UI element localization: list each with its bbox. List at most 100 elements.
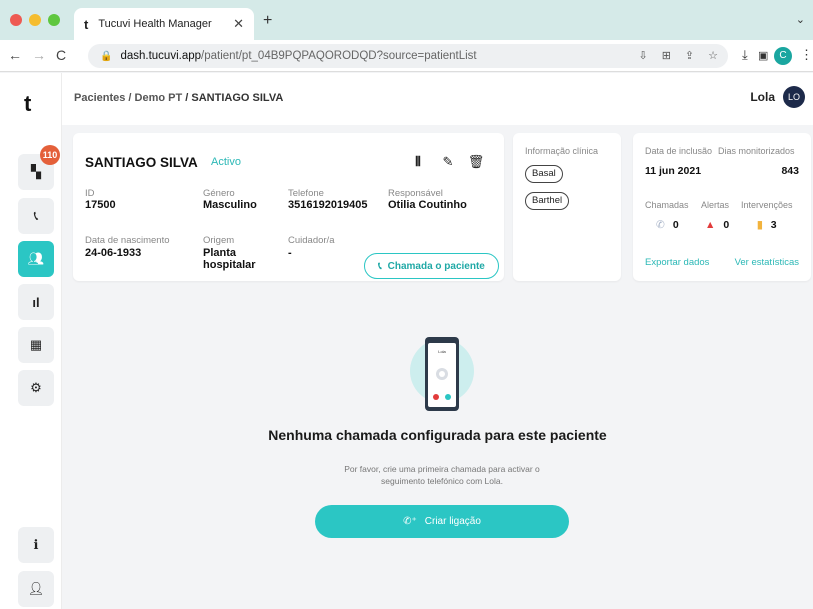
- sidebar-item-patients[interactable]: 👥︎: [18, 241, 54, 277]
- reload-button[interactable]: C: [56, 47, 66, 63]
- delete-button[interactable]: 🗑︎: [463, 149, 489, 175]
- app-header: Pacientes / Demo PT / SANTIAGO SILVA Lol…: [62, 73, 813, 125]
- phone-icon: 📞︎: [33, 208, 39, 223]
- caregiver-label: Cuidador/a: [288, 235, 335, 246]
- alerts-value: 0: [723, 219, 730, 231]
- phone-icon: ✆: [656, 219, 665, 231]
- clinical-chip-barthel[interactable]: Barthel: [525, 192, 570, 210]
- empty-state-subtitle: Por favor, crie uma primeira chamada par…: [344, 464, 540, 486]
- tab-favicon: t: [84, 16, 89, 32]
- side-panel-icon[interactable]: ▣: [758, 49, 768, 62]
- patient-name: SANTIAGO SILVA: [85, 155, 198, 170]
- close-window-button[interactable]: [10, 14, 22, 26]
- dob-value: 24-06-1933: [85, 247, 142, 259]
- breadcrumb-demo[interactable]: Demo PT: [135, 92, 183, 104]
- alerts-stat: ▲ 0: [705, 219, 729, 231]
- clinical-chip-basal[interactable]: Basal: [525, 165, 563, 183]
- tab-close-icon[interactable]: ✕: [233, 16, 244, 32]
- alerts-label: Alertas: [701, 200, 730, 210]
- bar-chart-icon: ıl: [32, 294, 40, 310]
- lock-icon: 🔒: [100, 50, 113, 62]
- install-icon[interactable]: ⇩: [638, 49, 647, 62]
- sidebar-item-calls[interactable]: 📞︎: [18, 198, 54, 234]
- origin-value: Planta hospitalar: [203, 247, 256, 271]
- breadcrumb: Pacientes / Demo PT / SANTIAGO SILVA: [74, 92, 283, 104]
- phone-screen-name: Lola: [438, 349, 446, 354]
- breadcrumb-current: SANTIAGO SILVA: [191, 92, 284, 104]
- phone-call-illustration: Lola: [410, 337, 474, 411]
- pencil-icon: ✎: [442, 154, 454, 169]
- sidebar-item-settings[interactable]: ⚙: [18, 370, 54, 406]
- breadcrumb-patients[interactable]: Pacientes: [74, 92, 125, 104]
- export-data-link[interactable]: Exportar dados: [645, 257, 709, 268]
- phone-icon: 📞︎: [378, 260, 382, 272]
- columns-button[interactable]: ⫴: [405, 149, 431, 175]
- info-icon: ℹ: [33, 537, 39, 552]
- app-logo[interactable]: t: [24, 91, 31, 117]
- monitored-days-label: Dias monitorizados: [718, 146, 795, 156]
- columns-icon: ⫴: [415, 154, 421, 169]
- browser-tab[interactable]: t Tucuvi Health Manager ✕: [74, 8, 254, 40]
- add-call-icon: ✆⁺: [403, 516, 417, 527]
- view-statistics-link[interactable]: Ver estatísticas: [735, 257, 799, 268]
- user-name: Lola: [750, 90, 775, 104]
- notification-badge: 110: [40, 145, 60, 165]
- sidebar-item-statistics[interactable]: ıl: [18, 284, 54, 320]
- phone-value: 3516192019405: [288, 199, 368, 211]
- gear-icon: ⚙: [30, 380, 42, 395]
- bookmark-star-icon[interactable]: ☆: [708, 49, 718, 62]
- calls-label: Chamadas: [645, 200, 689, 210]
- caregiver-value: -: [288, 247, 292, 259]
- call-patient-button[interactable]: 📞︎ Chamada o paciente: [364, 253, 499, 279]
- url-path: /patient/pt_04B9PQPAQORODQD?source=patie…: [201, 50, 477, 62]
- tab-title: Tucuvi Health Manager: [98, 18, 212, 30]
- phone-label: Telefone: [288, 188, 324, 199]
- call-patient-label: Chamada o paciente: [387, 260, 485, 272]
- edit-button[interactable]: ✎: [435, 149, 461, 175]
- empty-state-title: Nenhuma chamada configurada para este pa…: [268, 427, 607, 443]
- id-value: 17500: [85, 199, 116, 211]
- dashboard-grid-icon: ▚: [31, 164, 41, 179]
- create-call-button[interactable]: ✆⁺ Criar ligação: [315, 505, 569, 538]
- calls-value: 0: [672, 219, 679, 231]
- url-host: dash.tucuvi.app: [120, 50, 202, 62]
- tab-search-chevron-icon[interactable]: ⌄: [796, 13, 805, 26]
- forward-button[interactable]: →: [32, 47, 46, 63]
- share-icon[interactable]: ⇪: [685, 49, 694, 62]
- patient-card: SANTIAGO SILVA Activo ⫴ ✎ 🗑︎ ID 17500 Gé…: [73, 133, 504, 281]
- interventions-label: Intervenções: [741, 200, 793, 210]
- sidebar-item-info[interactable]: ℹ: [18, 527, 54, 563]
- dob-label: Data de nascimento: [85, 235, 170, 246]
- add-user-icon: 👤︎: [27, 581, 45, 596]
- url-field[interactable]: 🔒 dash.tucuvi.app/patient/pt_04B9PQPAQOR…: [88, 44, 728, 68]
- calls-stat: ✆ 0: [656, 219, 679, 231]
- calendar-icon: ▦: [29, 337, 43, 352]
- new-tab-button[interactable]: +: [263, 12, 272, 30]
- sidebar-item-add-user[interactable]: 👤︎: [18, 571, 54, 607]
- browser-menu-icon[interactable]: ⋮: [800, 47, 813, 63]
- clinical-info-title: Informação clínica: [525, 146, 599, 156]
- interventions-stat: ▮ 3: [757, 219, 777, 231]
- id-label: ID: [85, 188, 95, 199]
- inclusion-date-label: Data de inclusão: [645, 146, 713, 156]
- download-icon[interactable]: ⤓: [742, 47, 748, 63]
- clinical-info-card: Informação clínica Basal Barthel: [513, 133, 621, 281]
- breadcrumb-separator: /: [125, 92, 135, 104]
- user-menu[interactable]: Lola LO: [750, 86, 805, 108]
- minimize-window-button[interactable]: [29, 14, 41, 26]
- status-badge: Activo: [211, 156, 241, 168]
- monitoring-stats-card: Data de inclusão Dias monitorizados 11 j…: [633, 133, 811, 281]
- sidebar-item-calendar[interactable]: ▦: [18, 327, 54, 363]
- profile-avatar[interactable]: C: [774, 47, 792, 65]
- gender-label: Género: [203, 188, 235, 199]
- inclusion-date-value: 11 jun 2021: [645, 165, 702, 177]
- responsible-label: Responsável: [388, 188, 443, 199]
- document-icon: ▮: [757, 219, 763, 231]
- maximize-window-button[interactable]: [48, 14, 60, 26]
- monitored-days-value: 843: [781, 165, 799, 177]
- browser-tab-bar: t Tucuvi Health Manager ✕ + ⌄: [0, 0, 813, 40]
- back-button[interactable]: ←: [8, 47, 22, 63]
- gender-value: Masculino: [203, 199, 257, 211]
- create-call-label: Criar ligação: [424, 516, 481, 527]
- translate-icon[interactable]: ⊞: [662, 49, 671, 62]
